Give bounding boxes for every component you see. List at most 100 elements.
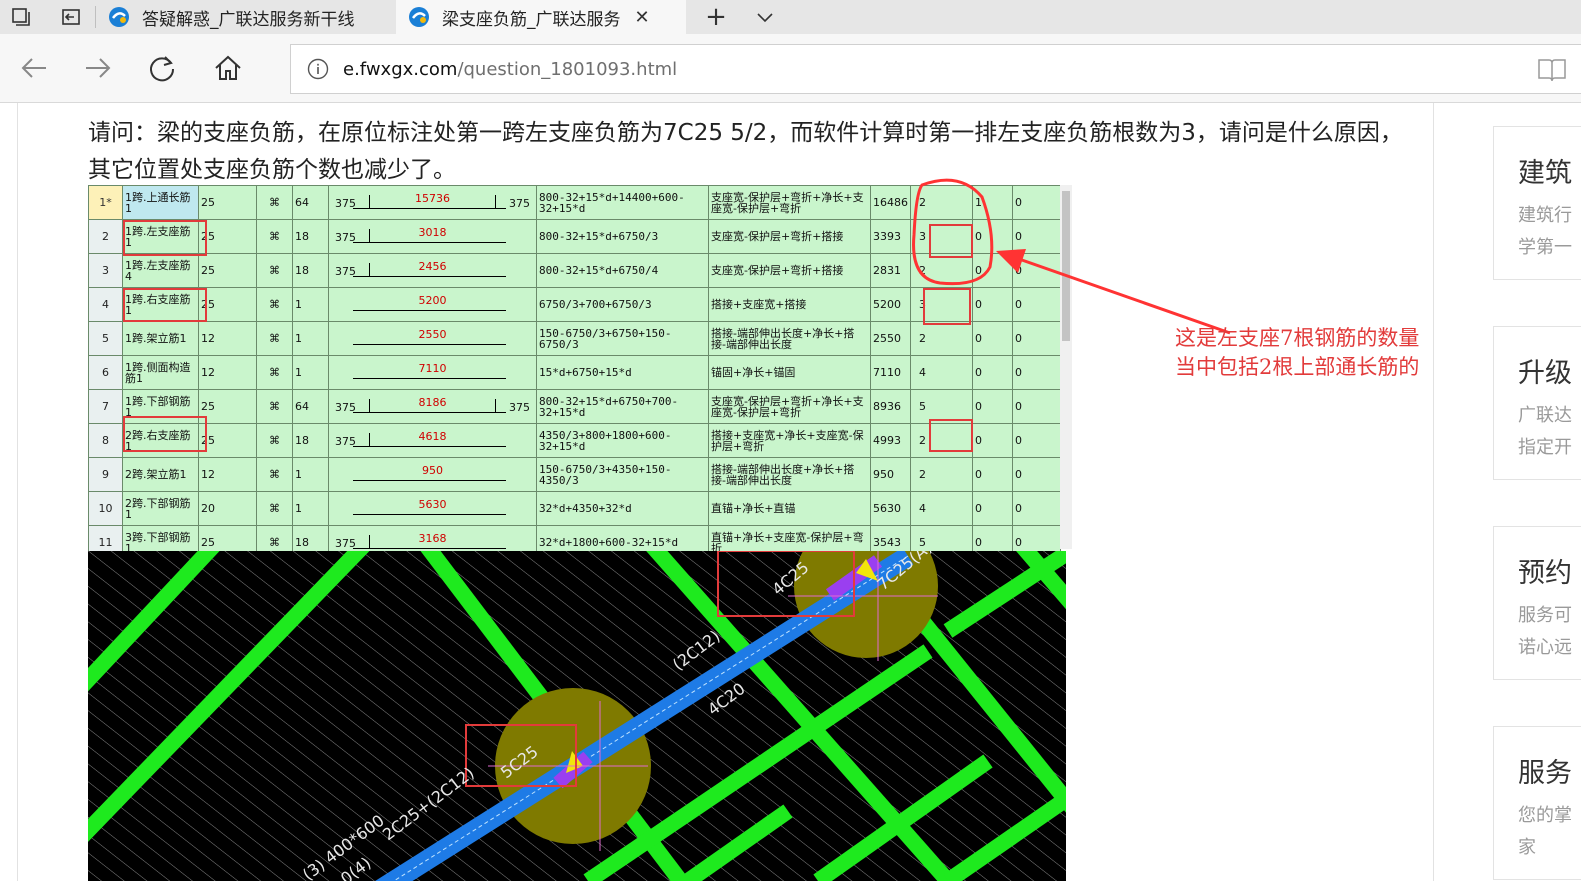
- bar-count-3: 0: [1012, 423, 1061, 458]
- annotation-note: 这是左支座7根钢筋的数量 当中包括2根上部通长筋的: [1175, 324, 1419, 382]
- shape-line: [353, 310, 506, 311]
- bar-shape: 7110: [328, 355, 537, 390]
- table-row[interactable]: 8 2跨.右支座筋1 25 ⌘ 18 375 4618 4350/3+800+1800+600…: [88, 423, 1061, 458]
- reading-view-icon[interactable]: [1537, 57, 1567, 83]
- bar-name: 2跨.架立筋1: [122, 457, 199, 492]
- bar-grade-icon: ⌘: [256, 423, 293, 458]
- shape-hook: [369, 195, 370, 209]
- shape-hook: [369, 433, 370, 447]
- row-index: 3: [88, 253, 123, 288]
- cad-drawing: 4C25 7C25(A)@ (2C12) 4C20 5C25 (3) 400*6…: [88, 551, 1066, 881]
- sidebar-card[interactable]: 服务 您的掌 家: [1493, 726, 1581, 880]
- row-index: 2: [88, 219, 123, 254]
- bar-name: 2跨.下部钢筋1: [122, 491, 199, 526]
- row-index: 5: [88, 321, 123, 356]
- card-text: 家: [1518, 837, 1536, 858]
- shape-line: [353, 276, 506, 277]
- shape-code: 18: [292, 423, 329, 458]
- shape-length: 15736: [415, 192, 450, 205]
- bar-count-3: 0: [1012, 457, 1061, 492]
- shape-line: [353, 514, 506, 515]
- tab-bar: 答疑解惑_广联达服务新干线 梁支座负筋_广联达服务 ✕ +: [0, 0, 1581, 34]
- shape-line: [353, 412, 506, 413]
- sidebar-card[interactable]: 升级 广联达 指定开: [1493, 326, 1581, 480]
- shape-length: 5200: [418, 294, 447, 307]
- calc-description: 支座宽-保护层+弯折+搭接: [708, 219, 871, 254]
- calc-formula: 6750/3+700+6750/3: [536, 287, 709, 322]
- shape-code: 1: [292, 321, 329, 356]
- bar-count: 2: [910, 457, 973, 492]
- tab-aside-icon[interactable]: [58, 4, 84, 30]
- sidebar-card[interactable]: 建筑 建筑行 学第一: [1493, 126, 1581, 280]
- shape-hook: [369, 229, 370, 243]
- calc-description: 搭接+支座宽+搭接: [708, 287, 871, 322]
- address-bar-row: e.fwxgx.com/question_1801093.html: [0, 34, 1581, 103]
- annotation-line: 当中包括2根上部通长筋的: [1175, 355, 1420, 379]
- shape-right-length: 375: [509, 197, 530, 210]
- table-row[interactable]: 6 1跨.侧面构造筋1 12 ⌘ 1 7110 15*d+6750+15*d 锚固+净长+锚固…: [88, 355, 1061, 390]
- url-host: e.fwxgx.com: [343, 58, 458, 80]
- card-text: 诺心远: [1518, 637, 1572, 658]
- calc-description: 直锚+净长+直锚: [708, 491, 871, 526]
- table-row[interactable]: 7 1跨.下部钢筋1 25 ⌘ 64 375 8186 375 800-32+15*d+6750…: [88, 389, 1061, 424]
- content-border: [17, 103, 18, 881]
- shape-line: [353, 208, 506, 209]
- annotation-box: [123, 288, 207, 322]
- bar-count-2: 0: [972, 423, 1013, 458]
- bar-diameter: 25: [198, 185, 257, 220]
- bar-diameter: 25: [198, 287, 257, 322]
- annotation-box: [123, 416, 207, 452]
- card-title: 预约: [1518, 558, 1572, 589]
- calc-formula: 4350/3+800+1800+600-32+15*d: [536, 423, 709, 458]
- sidebar-card[interactable]: 预约 服务可 诺心远: [1493, 526, 1581, 680]
- forward-icon[interactable]: [80, 50, 116, 86]
- bar-diameter: 25: [198, 253, 257, 288]
- table-row[interactable]: 9 2跨.架立筋1 12 ⌘ 1 950 150-6750/3+4350+150-4350/…: [88, 457, 1061, 492]
- shape-code: 18: [292, 253, 329, 288]
- bar-grade-icon: ⌘: [256, 185, 293, 220]
- calc-description: 支座宽-保护层+弯折+搭接: [708, 253, 871, 288]
- shape-hook: [495, 399, 496, 413]
- total-length: 7110: [870, 355, 911, 390]
- close-tab-icon[interactable]: ✕: [635, 7, 650, 28]
- shape-line: [353, 344, 506, 345]
- shape-length: 4618: [418, 430, 447, 443]
- url-field[interactable]: e.fwxgx.com/question_1801093.html: [290, 44, 1581, 94]
- card-title: 服务: [1518, 758, 1572, 789]
- tab-preview-icon[interactable]: [8, 4, 34, 30]
- home-icon[interactable]: [210, 50, 246, 86]
- glodon-logo-icon: [109, 7, 129, 27]
- site-info-icon[interactable]: [307, 58, 329, 80]
- bar-count: 4: [910, 491, 973, 526]
- shape-code: 1: [292, 457, 329, 492]
- annotation-line: 这是左支座7根钢筋的数量: [1175, 326, 1420, 350]
- calc-formula: 150-6750/3+6750+150-6750/3: [536, 321, 709, 356]
- calc-formula: 800-32+15*d+6750/3: [536, 219, 709, 254]
- bar-grade-icon: ⌘: [256, 253, 293, 288]
- cad-canvas: 4C25 7C25(A)@ (2C12) 4C20 5C25 (3) 400*6…: [88, 551, 1066, 881]
- new-tab-button[interactable]: +: [703, 2, 729, 32]
- card-title: 建筑: [1518, 158, 1572, 189]
- bar-shape: 375 15736 375: [328, 185, 537, 220]
- refresh-icon[interactable]: [144, 50, 180, 86]
- shape-length: 2550: [418, 328, 447, 341]
- tab-list-icon[interactable]: [752, 4, 778, 30]
- back-icon[interactable]: [16, 50, 52, 86]
- bar-count-2: 0: [972, 457, 1013, 492]
- shape-line: [353, 378, 506, 379]
- bar-count-2: 0: [972, 389, 1013, 424]
- shape-line: [353, 480, 506, 481]
- row-index: 1*: [88, 185, 123, 220]
- row-index: 8: [88, 423, 123, 458]
- bar-count-2: 0: [972, 491, 1013, 526]
- bar-count-3: 0: [1012, 491, 1061, 526]
- annotation-arrow: [912, 178, 1231, 335]
- table-row[interactable]: 10 2跨.下部钢筋1 20 ⌘ 1 5630 32*d+4350+32*d 直锚+净长+直锚…: [88, 491, 1061, 526]
- calc-formula: 15*d+6750+15*d: [536, 355, 709, 390]
- tab-active[interactable]: 梁支座负筋_广联达服务 ✕: [396, 0, 686, 34]
- annotation-box: [123, 220, 207, 256]
- tab-inactive[interactable]: 答疑解惑_广联达服务新干线: [96, 0, 396, 34]
- bar-diameter: 25: [198, 219, 257, 254]
- bar-grade-icon: ⌘: [256, 355, 293, 390]
- calc-description: 支座宽-保护层+弯折+净长+支座宽-保护层+弯折: [708, 389, 871, 424]
